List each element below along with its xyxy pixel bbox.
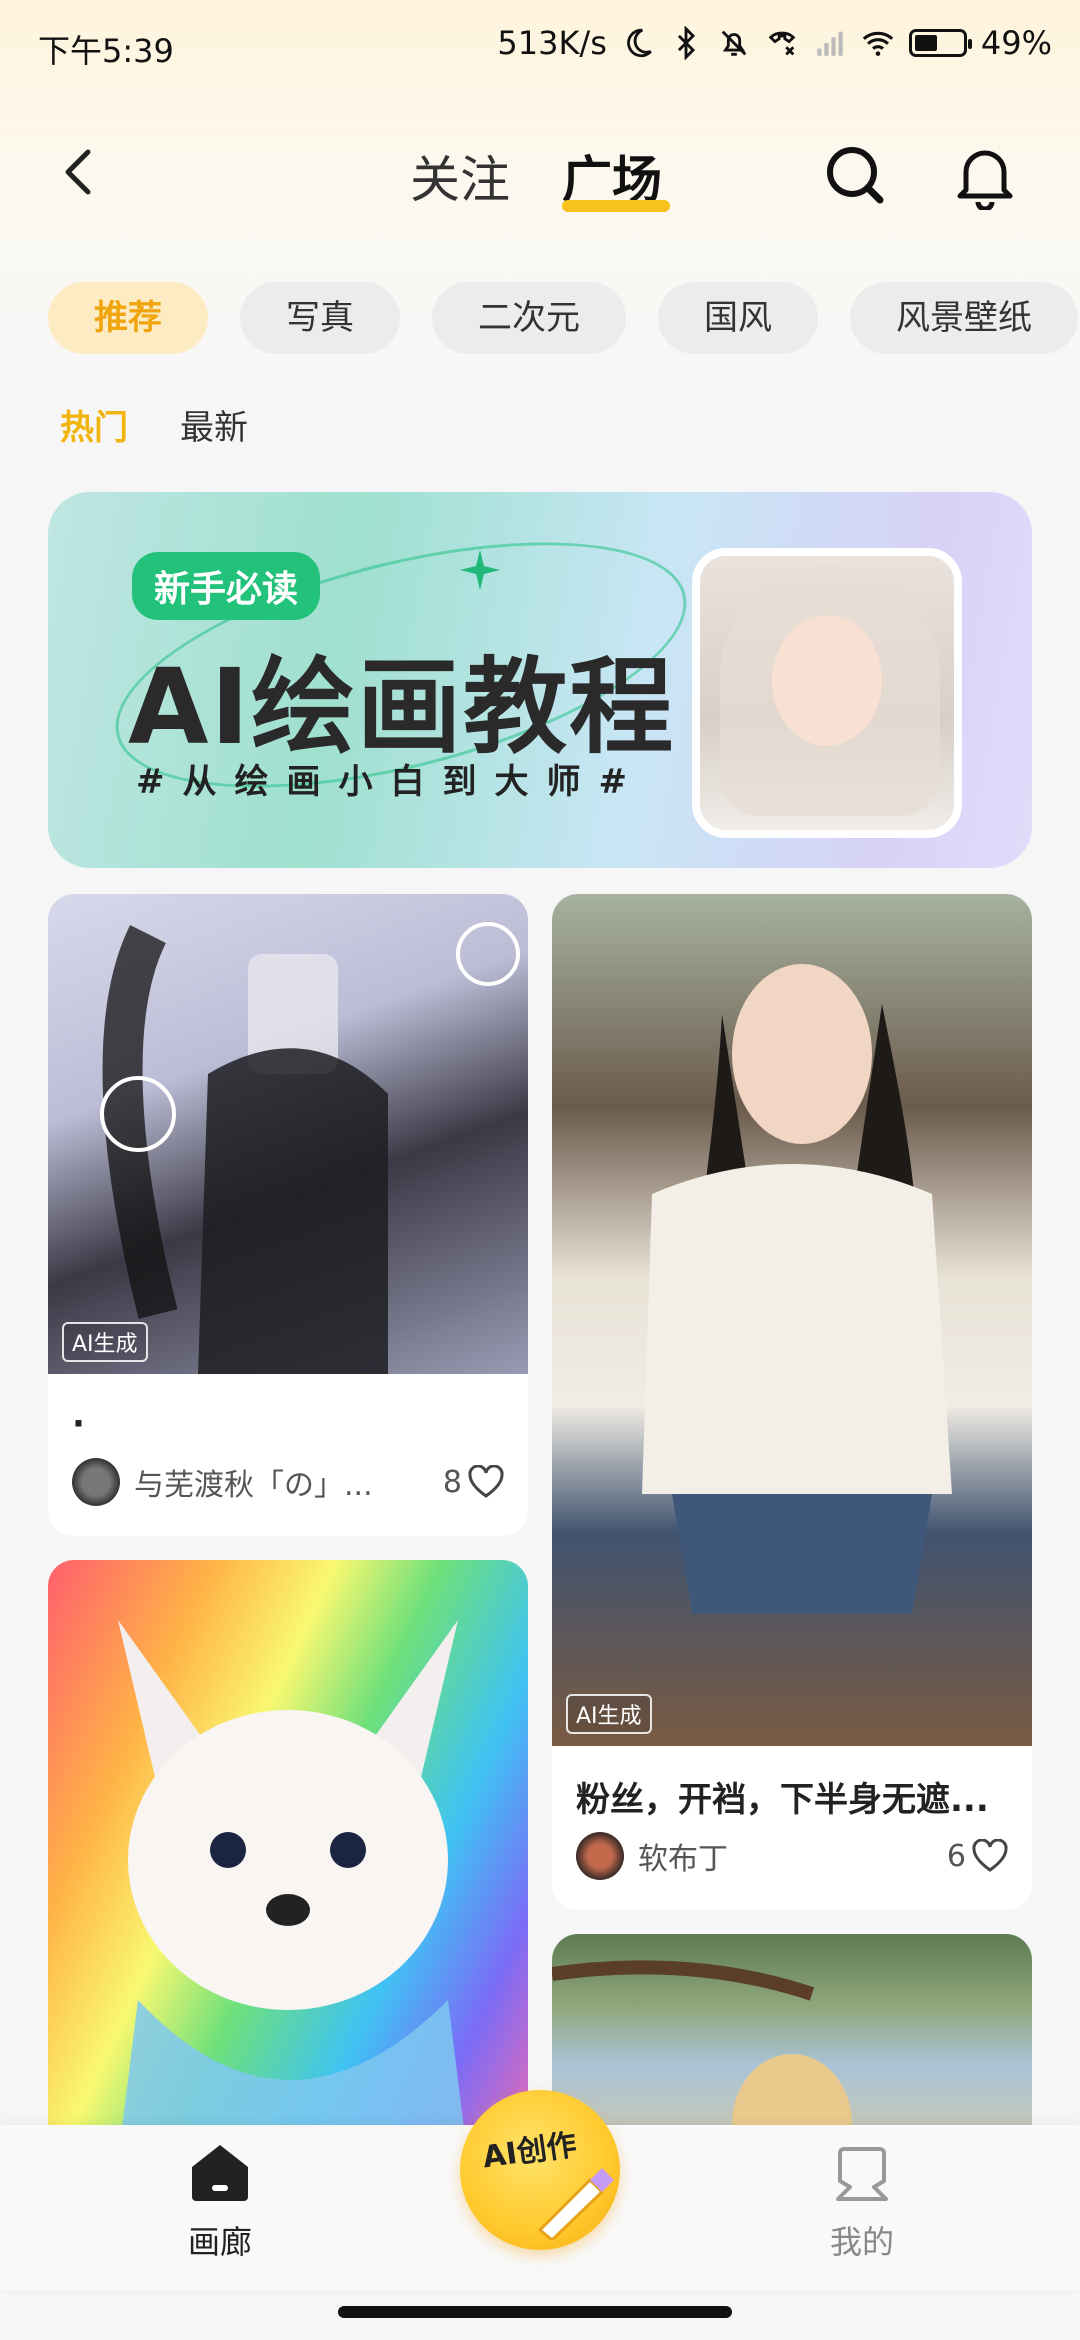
like-count: 6 [946, 1838, 966, 1874]
banner-subtitle: #从绘画小白到大师# [136, 762, 645, 802]
card-caption: 粉丝，开裆，下半身无遮... [576, 1780, 989, 1820]
chip-guofeng[interactable]: 国风 [658, 282, 818, 354]
feed-card[interactable]: AI生成 粉丝，开裆，下半身无遮... 软布丁 6 [552, 894, 1032, 1910]
paint-brush-icon [537, 2168, 614, 2240]
card-author-row: 与芜渡秋「の」... 8 [72, 1456, 504, 1508]
author-name[interactable]: 软布丁 [638, 1834, 947, 1878]
feed-card[interactable]: AI生成 · 与芜渡秋「の」... 8 [48, 894, 528, 1536]
card-author-row: 软布丁 6 [576, 1830, 1008, 1882]
signal-icon [817, 31, 843, 56]
nav-gallery[interactable]: 画廊 [140, 2141, 300, 2263]
status-time: 下午5:39 [38, 32, 174, 70]
card-image [48, 1560, 528, 2160]
search-icon[interactable] [822, 142, 888, 208]
wifi-icon [862, 31, 894, 56]
chip-wallpaper[interactable]: 风景壁纸 [850, 282, 1078, 354]
card-image: AI生成 [552, 894, 1032, 1746]
profile-icon [836, 2147, 888, 2201]
card-image-shapes [642, 964, 952, 1614]
mute-bell-icon [721, 30, 747, 56]
ai-create-button[interactable]: AI创作 [460, 2090, 620, 2250]
sparkle-overlay-icon [100, 922, 520, 1374]
banner-badge: 新手必读 [132, 552, 321, 620]
nav-mine[interactable]: 我的 [782, 2141, 942, 2263]
sort-tabs: 热门 最新 [60, 400, 248, 449]
subtab-latest[interactable]: 最新 [180, 400, 248, 449]
ai-generated-tag: AI生成 [566, 1694, 652, 1734]
banner-portrait-image [692, 548, 962, 838]
nav-gallery-label: 画廊 [187, 2223, 252, 2261]
card-caption: · [72, 1404, 85, 1444]
back-arrow-icon[interactable] [50, 142, 110, 202]
heart-icon[interactable] [972, 1839, 1008, 1873]
feed-card[interactable] [48, 1560, 528, 2160]
chip-portrait[interactable]: 写真 [240, 282, 400, 354]
chip-recommend[interactable]: 推荐 [48, 282, 208, 354]
call-off-icon [768, 31, 796, 56]
active-tab-indicator [562, 200, 670, 212]
ai-generated-tag: AI生成 [62, 1322, 148, 1362]
chip-anime[interactable]: 二次元 [432, 282, 626, 354]
notification-bell-icon[interactable] [952, 140, 1018, 210]
battery-percent: 49% [980, 24, 1052, 62]
bluetooth-icon [677, 26, 695, 60]
home-icon [192, 2145, 248, 2201]
nav-mine-label: 我的 [829, 2223, 894, 2261]
category-chips: 推荐 写真 二次元 国风 风景壁纸 [48, 282, 1078, 354]
like-count: 8 [442, 1464, 462, 1500]
author-name[interactable]: 与芜渡秋「の」... [134, 1460, 443, 1504]
avatar[interactable] [576, 1832, 624, 1880]
tab-follow[interactable]: 关注 [410, 140, 510, 212]
heart-icon[interactable] [468, 1465, 504, 1499]
moon-icon [627, 28, 652, 58]
sparkle-icon [460, 550, 500, 590]
banner-title: AI绘画教程 [128, 646, 676, 768]
subtab-hot[interactable]: 热门 [60, 400, 128, 449]
card-image-shapes [118, 1620, 468, 2160]
home-indicator [338, 2306, 732, 2318]
avatar[interactable] [72, 1458, 120, 1506]
top-header: 关注 广场 [0, 120, 1080, 230]
battery-icon [908, 29, 972, 57]
tutorial-banner[interactable]: 新手必读 AI绘画教程 #从绘画小白到大师# [48, 492, 1032, 868]
status-bar: 下午5:39 513K/s 49% [0, 0, 1080, 90]
net-speed: 513K/s [497, 24, 607, 62]
card-image: AI生成 [48, 894, 528, 1374]
